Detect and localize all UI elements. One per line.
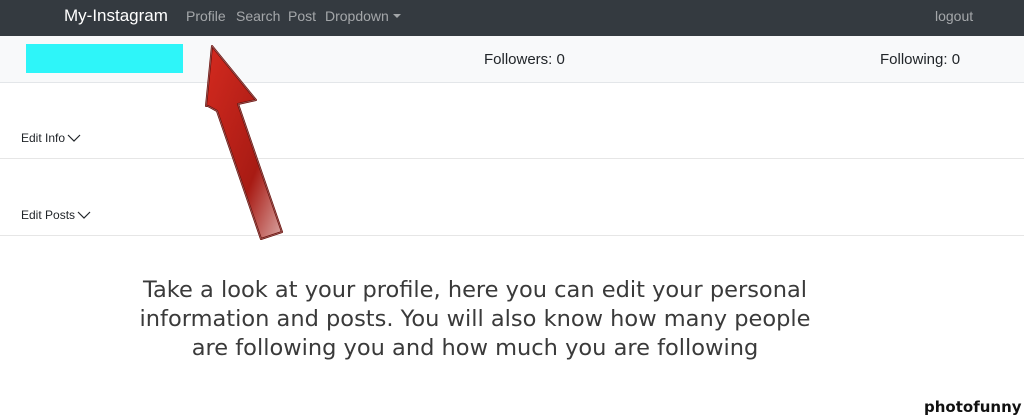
watermark-text: photofunny	[924, 398, 1022, 416]
annotation-caption: Take a look at your profile, here you ca…	[139, 277, 811, 361]
page: My-Instagram Profile Search Post Dropdow…	[0, 0, 1024, 420]
